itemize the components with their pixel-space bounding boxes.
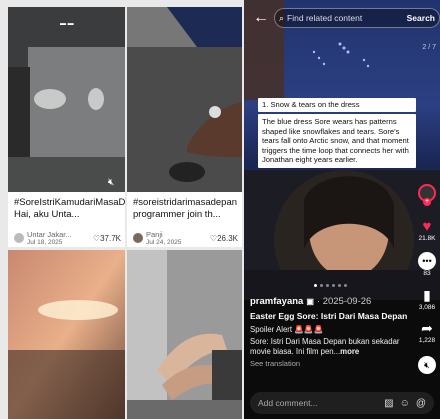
back-arrow-icon[interactable]: ← xyxy=(252,9,270,27)
grid-card[interactable]: ▬ ▬ 🔇︎ #SoreIstriKamudariMasaDepan Hai, … xyxy=(8,7,125,247)
video-thumbnail[interactable] xyxy=(127,250,242,419)
comment-input[interactable]: Add comment... ▨ ☺ @ xyxy=(250,392,434,414)
card-author: Untar Jakar... xyxy=(27,230,72,239)
grid-card[interactable] xyxy=(8,250,125,419)
description-text: Sore: Istri Dari Masa Depan bukan sekada… xyxy=(250,337,400,356)
overlay-note-body: The blue dress Sore wears has patterns s… xyxy=(258,114,416,168)
speaker-mute-icon: 🔇︎ xyxy=(418,356,436,374)
video-player[interactable]: ← ⌕ Find related content Search 2 / 7 1.… xyxy=(244,0,440,419)
carousel-dot xyxy=(332,284,335,287)
spoiler-line: Spoiler Alert 🚨🚨🚨 xyxy=(250,324,324,334)
search-bar: ← ⌕ Find related content Search xyxy=(252,6,440,30)
bookmark-icon: ▮ xyxy=(423,287,431,303)
search-icon: ⌕ xyxy=(279,12,285,23)
description: Sore: Istri Dari Masa Depan bukan sekada… xyxy=(250,337,418,356)
mention-icon[interactable]: @ xyxy=(416,398,426,409)
like-button[interactable]: ♥ 21.8K xyxy=(416,218,438,242)
comment-count: 83 xyxy=(423,270,431,277)
carousel-dots xyxy=(314,284,347,287)
grid-card[interactable]: #soreistridarimasadepan programmer join … xyxy=(127,7,242,247)
save-count: 3,086 xyxy=(418,304,436,311)
profile-avatar-button[interactable]: + xyxy=(416,184,438,206)
post-date: · 2025-09-26 xyxy=(316,296,372,307)
card-date: Jul 24, 2025 xyxy=(146,239,182,246)
card-likes: ♡26.3K xyxy=(210,234,238,243)
see-translation-link[interactable]: See translation xyxy=(250,359,418,368)
svg-text:▬ ▬: ▬ ▬ xyxy=(60,21,74,27)
app-root: ▬ ▬ 🔇︎ #SoreIstriKamudariMasaDepan Hai, … xyxy=(0,0,440,419)
emoji-icon[interactable]: ☺ xyxy=(400,398,410,409)
share-button[interactable]: ➦ 1,228 xyxy=(416,320,438,344)
avatar xyxy=(133,233,143,243)
card-likes-count: 37.7K xyxy=(100,233,121,243)
comment-icon: ••• xyxy=(418,252,436,270)
mute-button[interactable]: 🔇︎ xyxy=(416,356,438,374)
carousel-dot xyxy=(338,284,341,287)
speaker-mute-icon[interactable]: 🔇︎ xyxy=(108,177,114,188)
save-button[interactable]: ▮ 3,086 xyxy=(416,287,438,311)
card-meta: Untar Jakar... Jul 18, 2025 ♡37.7K xyxy=(14,230,121,246)
comment-placeholder: Add comment... xyxy=(258,398,318,408)
more-link[interactable]: more xyxy=(340,347,359,356)
video-thumbnail[interactable]: ▬ ▬ xyxy=(8,7,125,192)
slideshow-icon: ▣ xyxy=(306,297,314,306)
video-info: pramfayana ▣ · 2025-09-26 Easter Egg Sor… xyxy=(250,296,418,368)
video-thumbnail[interactable] xyxy=(8,250,125,419)
heart-icon: ♥ xyxy=(422,218,432,235)
grid-card[interactable] xyxy=(127,250,242,419)
search-placeholder: Find related content xyxy=(287,13,363,23)
share-arrow-icon: ➦ xyxy=(421,320,433,336)
username[interactable]: pramfayana xyxy=(250,296,303,307)
video-grid: ▬ ▬ 🔇︎ #SoreIstriKamudariMasaDepan Hai, … xyxy=(0,0,244,419)
card-meta: Panji Jul 24, 2025 ♡26.3K xyxy=(133,230,238,246)
page-indicator: 2 / 7 xyxy=(422,44,436,51)
carousel-dot xyxy=(320,284,323,287)
card-caption: #SoreIstriKamudariMasaDepan Hai, aku Unt… xyxy=(14,197,125,220)
avatar xyxy=(14,233,24,243)
share-count: 1,228 xyxy=(418,337,436,344)
card-author: Panji xyxy=(146,230,163,239)
search-input[interactable]: ⌕ Find related content Search xyxy=(274,8,440,28)
overlay-note-title: 1. Snow & tears on the dress xyxy=(258,98,416,112)
carousel-dot xyxy=(326,284,329,287)
search-button[interactable]: Search xyxy=(407,13,435,23)
image-icon[interactable]: ▨ xyxy=(384,398,393,409)
follow-plus-icon[interactable]: + xyxy=(423,198,431,206)
card-date: Jul 18, 2025 xyxy=(27,239,63,246)
like-count: 21.8K xyxy=(418,235,436,242)
card-caption: #soreistridarimasadepan programmer join … xyxy=(133,197,238,220)
card-likes-count: 26.3K xyxy=(217,233,238,243)
carousel-dot xyxy=(314,284,317,287)
user-row: pramfayana ▣ · 2025-09-26 xyxy=(250,296,418,307)
video-title: Easter Egg Sore: Istri Dari Masa Depan xyxy=(250,311,408,321)
comment-button[interactable]: ••• 83 xyxy=(416,252,438,277)
video-thumbnail[interactable] xyxy=(127,7,242,192)
carousel-dot xyxy=(344,284,347,287)
card-likes: ♡37.7K xyxy=(93,234,121,243)
